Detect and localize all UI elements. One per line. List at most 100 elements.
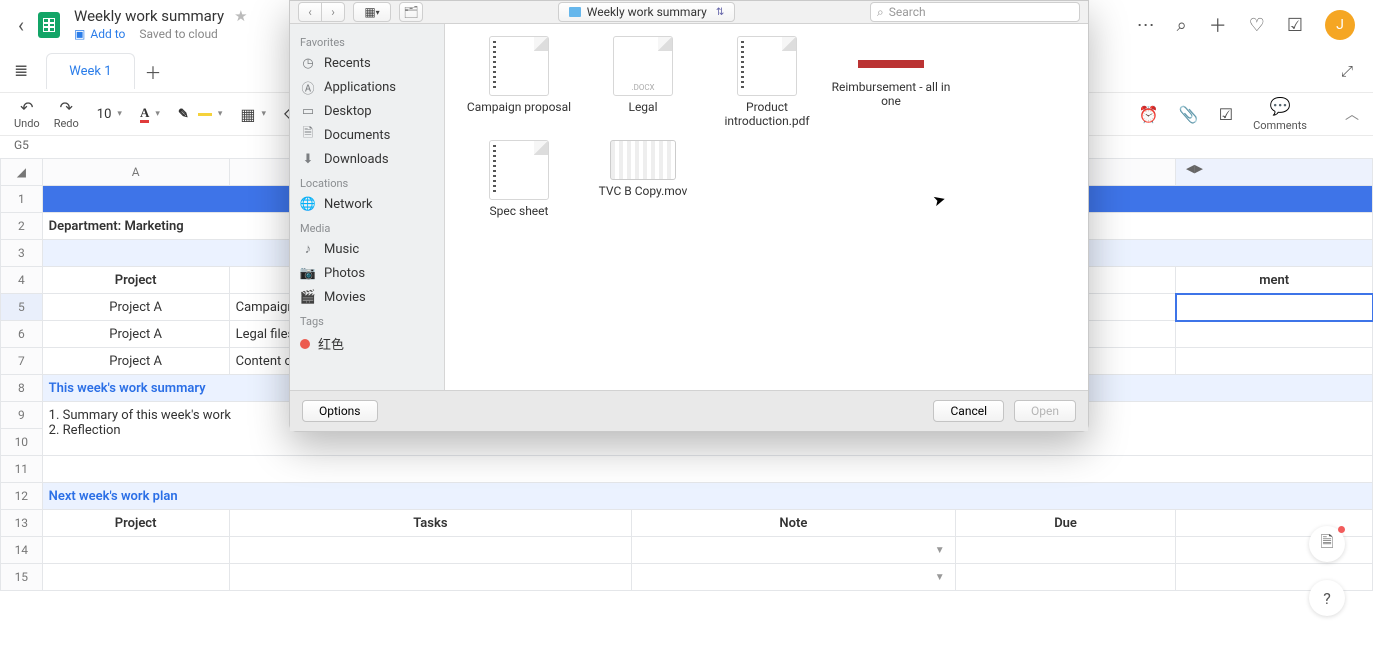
more-icon[interactable]: ⋯	[1137, 15, 1155, 36]
column-resize-handle[interactable]: ◀▶	[1186, 162, 1203, 175]
row-header[interactable]: 11	[1, 456, 43, 483]
row-header[interactable]: 13	[1, 510, 43, 537]
star-icon[interactable]: ★	[234, 7, 247, 27]
sb-desktop[interactable]: ▭Desktop	[290, 99, 444, 123]
file-grid: Campaign proposal Legal Product introduc…	[445, 24, 1088, 390]
sb-favorites-header: Favorites	[290, 30, 444, 51]
tab-week1[interactable]: Week 1	[46, 53, 134, 89]
cell[interactable]	[229, 564, 631, 591]
row-header[interactable]: 6	[1, 321, 43, 348]
cell[interactable]: Due	[955, 510, 1176, 537]
row-header[interactable]: 2	[1, 213, 43, 240]
help-fab[interactable]: ?	[1309, 580, 1345, 616]
file-item[interactable]: Campaign proposal	[457, 32, 581, 132]
row-header[interactable]: 10	[1, 429, 43, 456]
cell[interactable]: Next week's work plan	[42, 483, 1372, 510]
cell[interactable]	[42, 564, 229, 591]
row-header[interactable]: 14	[1, 537, 43, 564]
row-header[interactable]: 9	[1, 402, 43, 429]
row-header[interactable]: 15	[1, 564, 43, 591]
select-all[interactable]: ◢	[1, 159, 43, 186]
cell[interactable]: Project A	[42, 294, 229, 321]
cell[interactable]: Project	[42, 510, 229, 537]
attachment-icon[interactable]: 📎	[1179, 105, 1199, 124]
cell[interactable]	[955, 564, 1176, 591]
sb-documents[interactable]: 🗎Documents	[290, 123, 444, 147]
nav-back-button[interactable]: ‹	[298, 2, 322, 22]
row-header[interactable]: 12	[1, 483, 43, 510]
sb-applications[interactable]: ⒶApplications	[290, 75, 444, 99]
expand-icon[interactable]: ⤢	[1341, 62, 1353, 80]
file-item[interactable]: Spec sheet	[457, 136, 581, 222]
checklist-icon[interactable]: ☑	[1287, 15, 1303, 36]
undo-button[interactable]: ↶Undo	[14, 98, 40, 130]
file-item[interactable]: Legal	[581, 32, 705, 132]
cell[interactable]	[42, 456, 1372, 483]
notes-fab[interactable]: 🗎	[1309, 526, 1345, 562]
cell[interactable]: ment	[1176, 267, 1373, 294]
path-dropdown[interactable]: Weekly work summary ⇅	[558, 2, 735, 22]
row-header[interactable]: 1	[1, 186, 43, 213]
cell[interactable]: Note	[632, 510, 956, 537]
dropdown-arrow-icon[interactable]: ▼	[935, 572, 949, 583]
cell[interactable]	[1176, 564, 1373, 591]
view-mode-button[interactable]: ▦ ▾	[353, 2, 391, 22]
row-header[interactable]: 5	[1, 294, 43, 321]
file-item[interactable]: Reimbursement - all in one	[829, 32, 953, 132]
cell[interactable]	[955, 537, 1176, 564]
cell[interactable]: ▼	[632, 537, 956, 564]
borders[interactable]: ▦▾	[240, 105, 266, 124]
row-header[interactable]: 4	[1, 267, 43, 294]
add-tab-button[interactable]: ＋	[145, 59, 162, 84]
fontsize-select[interactable]: 10▾	[97, 107, 122, 122]
sb-movies[interactable]: 🎬Movies	[290, 285, 444, 309]
checkbox-icon[interactable]: ☑	[1219, 105, 1233, 124]
sb-recents[interactable]: ◷Recents	[290, 51, 444, 75]
cell[interactable]: ▼	[632, 564, 956, 591]
cell[interactable]	[1176, 348, 1373, 375]
row-header[interactable]: 7	[1, 348, 43, 375]
sb-network[interactable]: 🌐Network	[290, 192, 444, 216]
layers-icon[interactable]: ≣	[14, 61, 28, 81]
bulb-icon[interactable]: ♡	[1249, 15, 1265, 36]
col-E-header[interactable]	[1176, 159, 1373, 186]
search-icon[interactable]: ⌕	[1177, 15, 1187, 36]
cell[interactable]: Project	[42, 267, 229, 294]
fill-color[interactable]: ✎▾	[178, 106, 223, 122]
search-input[interactable]: ⌕ Search	[870, 2, 1080, 22]
nav-forward-button[interactable]: ›	[321, 2, 345, 22]
redo-button[interactable]: ↷Redo	[54, 98, 79, 130]
row-header[interactable]: 3	[1, 240, 43, 267]
sb-downloads[interactable]: ⬇Downloads	[290, 147, 444, 171]
cell[interactable]: Project A	[42, 321, 229, 348]
collapse-toolbar-icon[interactable]: ︿	[1345, 104, 1359, 124]
open-button[interactable]: Open	[1014, 400, 1076, 422]
sb-photos[interactable]: 📷Photos	[290, 261, 444, 285]
cell[interactable]: Tasks	[229, 510, 631, 537]
comments-button[interactable]: 💬Comments	[1253, 97, 1307, 132]
file-item[interactable]: Product introduction.pdf	[705, 32, 829, 132]
back-button[interactable]: ‹	[18, 13, 24, 37]
group-button[interactable]: 🗂	[399, 2, 423, 22]
options-button[interactable]: Options	[302, 400, 378, 422]
cell[interactable]	[1176, 321, 1373, 348]
file-label: Product introduction.pdf	[707, 100, 827, 128]
document-title[interactable]: Weekly work summary	[74, 7, 224, 27]
dropdown-arrow-icon[interactable]: ▼	[935, 545, 949, 556]
cancel-button[interactable]: Cancel	[933, 400, 1004, 422]
alarm-icon[interactable]: ⏰	[1139, 105, 1159, 124]
avatar[interactable]: J	[1325, 10, 1355, 40]
cell[interactable]	[229, 537, 631, 564]
sb-music[interactable]: ♪Music	[290, 237, 444, 261]
desktop-icon: ▭	[300, 103, 316, 119]
row-header[interactable]: 8	[1, 375, 43, 402]
sb-tag-red[interactable]: 红色	[290, 330, 444, 357]
file-item[interactable]: TVC B Copy.mov	[581, 136, 705, 222]
selected-cell[interactable]	[1176, 294, 1373, 321]
col-A-header[interactable]: A	[42, 159, 229, 186]
cell[interactable]: Project A	[42, 348, 229, 375]
text-color[interactable]: A▾	[140, 106, 160, 123]
add-to-button[interactable]: ▣Add to	[74, 27, 125, 43]
plus-icon[interactable]: ＋	[1209, 12, 1227, 38]
cell[interactable]	[42, 537, 229, 564]
